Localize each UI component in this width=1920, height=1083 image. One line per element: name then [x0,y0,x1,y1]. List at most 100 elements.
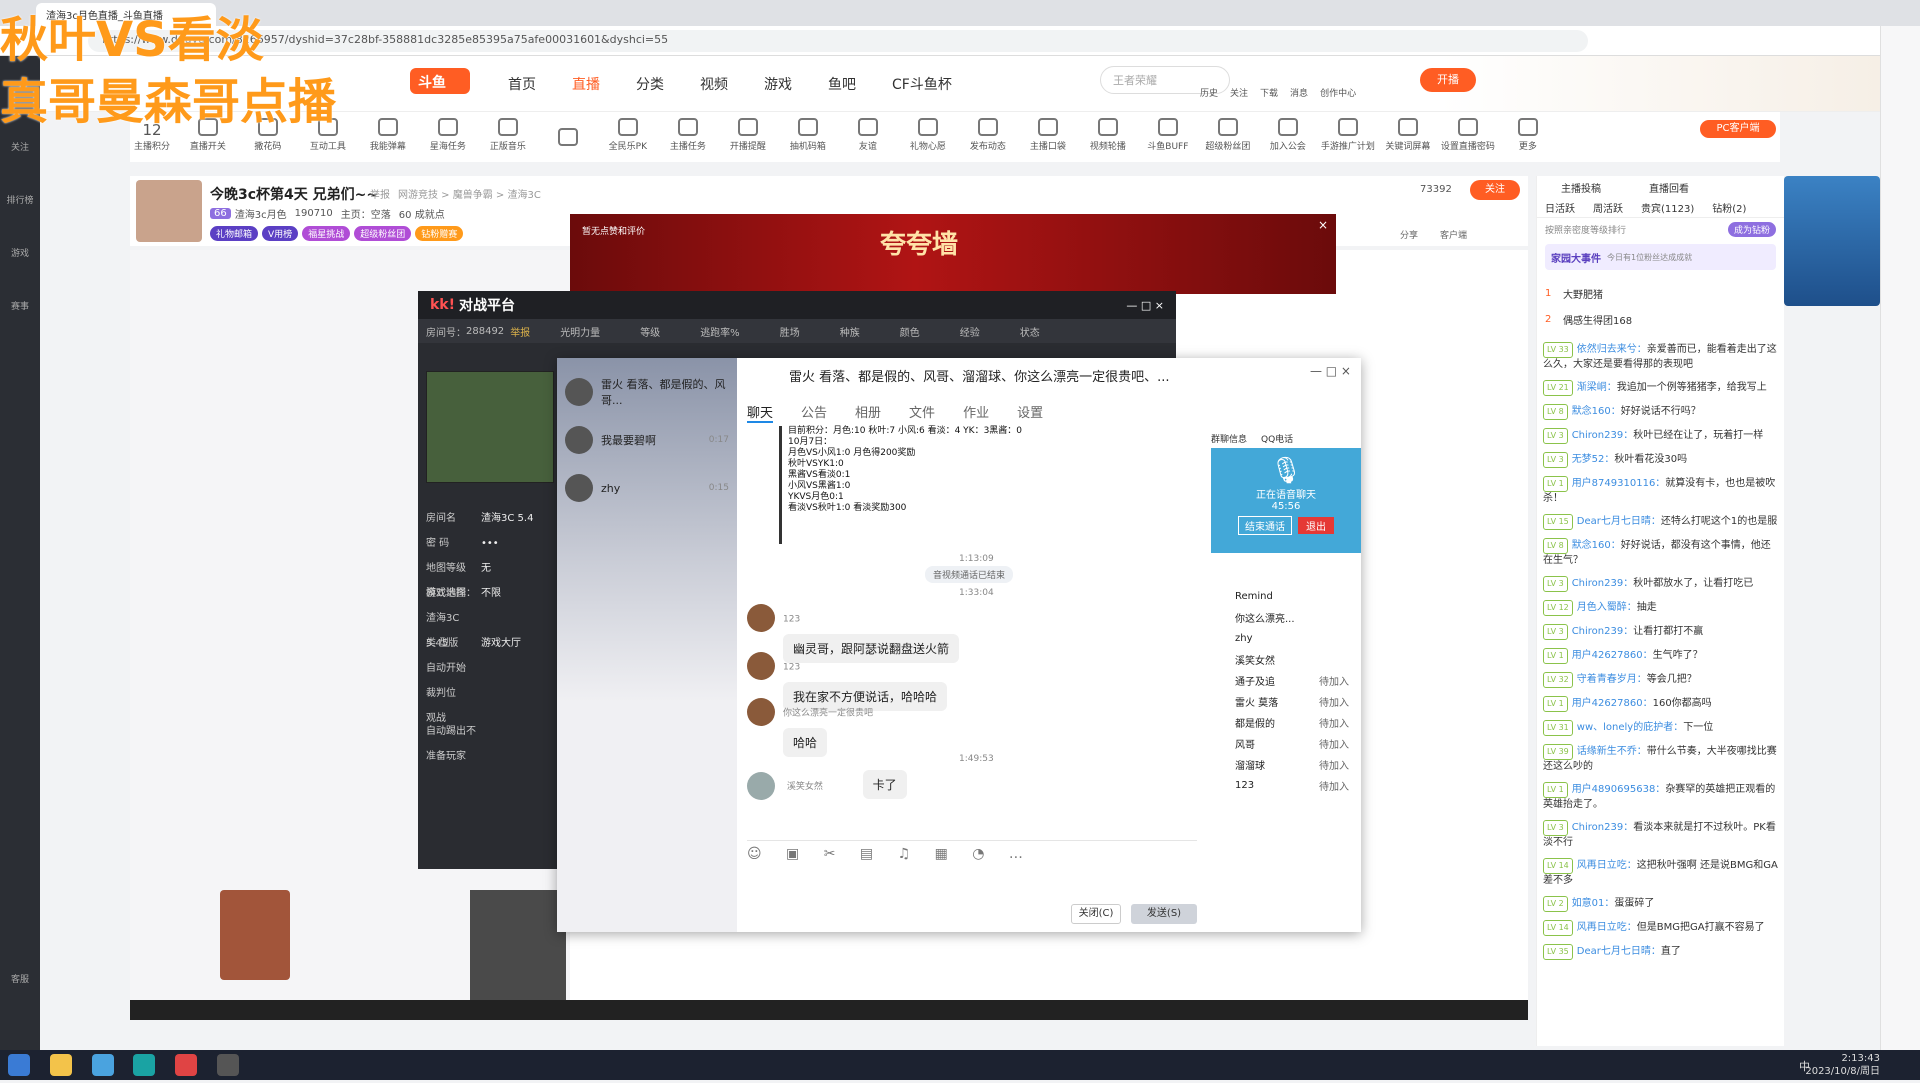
chat-username[interactable]: ww、lonely的庇护者： [1577,722,1683,733]
nav-category[interactable]: 分类 [636,74,664,94]
toolbar-item[interactable]: 关键词屏幕 [1378,112,1438,152]
tab-vip[interactable]: 贵宾(1123) [1641,200,1694,215]
contact-item[interactable]: 雷火 看落、都是假的、风哥... [557,368,737,416]
chat-username[interactable]: 守着青春岁月： [1577,674,1647,685]
promo-ad[interactable] [1784,176,1880,306]
site-logo[interactable]: 斗鱼 [410,68,470,94]
window-controls-icon[interactable]: — □ × [1126,299,1164,312]
chat-username[interactable]: Chiron239： [1572,578,1634,589]
toolbar-item[interactable]: 超级粉丝团 [1198,112,1258,152]
chat-username[interactable]: 默念160： [1572,540,1621,551]
message-input[interactable] [747,870,1197,900]
toolbar-item[interactable]: 主播任务 [658,112,718,152]
history-icon[interactable]: 历史 [1200,86,1218,99]
toolbar-item[interactable]: 开播提醒 [718,112,778,152]
nav-home[interactable]: 首页 [508,74,536,94]
start-icon[interactable] [8,1054,30,1076]
chat-tab[interactable]: 作业 [963,406,989,421]
chat-username[interactable]: 用户8749310116： [1572,478,1666,489]
nav-video[interactable]: 视频 [700,74,728,94]
avatar[interactable] [747,604,775,632]
chat-tab[interactable]: 设置 [1017,406,1043,421]
chat-tab[interactable]: 公告 [801,406,827,421]
end-call-button[interactable]: 结束通话 [1238,516,1292,535]
chat-username[interactable]: 依然归去来兮： [1577,344,1647,355]
call-member[interactable]: 雷火 莫落 待加入 [1211,691,1361,712]
close-icon[interactable]: × [1318,218,1328,232]
input-tool-icons[interactable]: ☺ ▣ ✂ ▤ ♫ ▦ ◔ … [747,846,1033,862]
rail-service[interactable]: 客服 [0,972,40,985]
toolbar-item[interactable] [538,122,598,149]
kk-report[interactable]: 举报 [510,324,530,339]
call-member[interactable]: Remind [1211,586,1361,607]
home-link[interactable]: 主页：空落 [341,206,391,221]
chat-tab[interactable]: 相册 [855,406,881,421]
toolbar-item[interactable]: 星海任务 [418,112,478,152]
share-button[interactable]: 分享 [1400,228,1418,241]
chat-tab[interactable]: 聊天 [747,406,774,423]
toolbar-item[interactable]: 更多 [1498,112,1558,152]
nav-fishbar[interactable]: 鱼吧 [828,74,856,94]
clock[interactable]: 2:13:43 2023/10/8/周日 [1805,1052,1880,1078]
client-button[interactable]: 客户端 [1440,228,1467,241]
rail-event[interactable]: 赛事 [0,299,40,312]
chat-username[interactable]: 如意01： [1572,898,1615,909]
tab-daily[interactable]: 日活跃 [1545,200,1575,215]
room-tag[interactable]: 福星挑战 [302,226,351,241]
toolbar-item[interactable]: 手游推广计划 [1318,112,1378,152]
chat-username[interactable]: Chiron239： [1572,822,1634,833]
close-chat-button[interactable]: 关闭(C) [1071,904,1121,924]
chat-username[interactable]: 风再日立吃： [1577,922,1637,933]
chat-username[interactable]: 月色入蜀醉： [1577,602,1637,613]
room-tag[interactable]: V用榜 [262,226,299,241]
form-value[interactable]: 渣海3C 5.4 [481,506,533,531]
toolbar-item[interactable]: 友谊 [838,112,898,152]
chat-username[interactable]: 无梦52： [1572,454,1615,465]
rail-follow[interactable]: 关注 [0,140,40,153]
toolbar-item[interactable]: 全民乐PK [598,112,658,152]
rail-rank[interactable]: 排行榜 [0,193,40,206]
chat-username[interactable]: Chiron239： [1572,430,1634,441]
call-member[interactable]: 溪笑女然 [1211,649,1361,670]
chat-username[interactable]: 用户42627860： [1572,698,1653,709]
toolbar-item[interactable]: 发布动态 [958,112,1018,152]
tab-qq-call[interactable]: QQ电话 [1261,432,1293,445]
toolbar-item[interactable]: 我能弹幕 [358,112,418,152]
chat-username[interactable]: 风再日立吃： [1577,860,1637,871]
streamer-name[interactable]: 渣海3c月色 [235,206,287,221]
avatar[interactable] [747,652,775,680]
form-value[interactable]: 不限 [481,581,501,606]
chat-username[interactable]: 用户42627860： [1572,650,1653,661]
app-icon[interactable] [175,1054,198,1076]
room-tag[interactable]: 钻粉赠赛 [415,226,464,241]
toolbar-item[interactable]: 礼物心愿 [898,112,958,152]
window-controls-icon[interactable]: — □ × [1310,364,1351,378]
explorer-icon[interactable] [49,1054,72,1076]
nav-cf[interactable]: CF斗鱼杯 [892,74,952,94]
call-member[interactable]: 123 待加入 [1211,775,1361,796]
form-value[interactable]: 无 [481,556,491,581]
toolbar-item[interactable]: 加入公会 [1258,112,1318,152]
avatar[interactable] [747,698,775,726]
edge-icon[interactable] [133,1054,156,1076]
tab-group-info[interactable]: 群聊信息 [1211,432,1247,445]
contact-item[interactable]: 我最要碧啊 0:17 [557,416,737,464]
toolbar-item[interactable]: 主播口袋 [1018,112,1078,152]
toolbar-item[interactable]: 斗鱼BUFF [1138,112,1198,152]
rail-game[interactable]: 游戏 [0,246,40,259]
chat-username[interactable]: Chiron239： [1572,626,1634,637]
tab-submissions[interactable]: 主播投稿 [1561,180,1601,195]
chat-username[interactable]: Dear七月七日晴： [1577,516,1661,527]
nav-live[interactable]: 直播 [572,74,600,94]
home-event-bar[interactable]: 家园大事件 今日有1位粉丝达成成就 [1545,244,1776,270]
report-link[interactable]: 举报 [370,186,390,201]
url-input[interactable]: https://www.douyu.com/8266957/dyshid=37c… [88,30,1588,52]
download-icon[interactable]: 下载 [1260,86,1278,99]
follow-icon[interactable]: 关注 [1230,86,1248,99]
contact-item[interactable]: zhy 0:15 [557,464,737,512]
tab-replay[interactable]: 直播回看 [1649,180,1689,195]
form-value[interactable]: 游戏大厅 [481,631,521,656]
call-member[interactable]: 通子及追 待加入 [1211,670,1361,691]
kk-icon[interactable] [217,1054,240,1076]
rank-row[interactable]: 2 偶感生得团168 [1545,306,1776,332]
